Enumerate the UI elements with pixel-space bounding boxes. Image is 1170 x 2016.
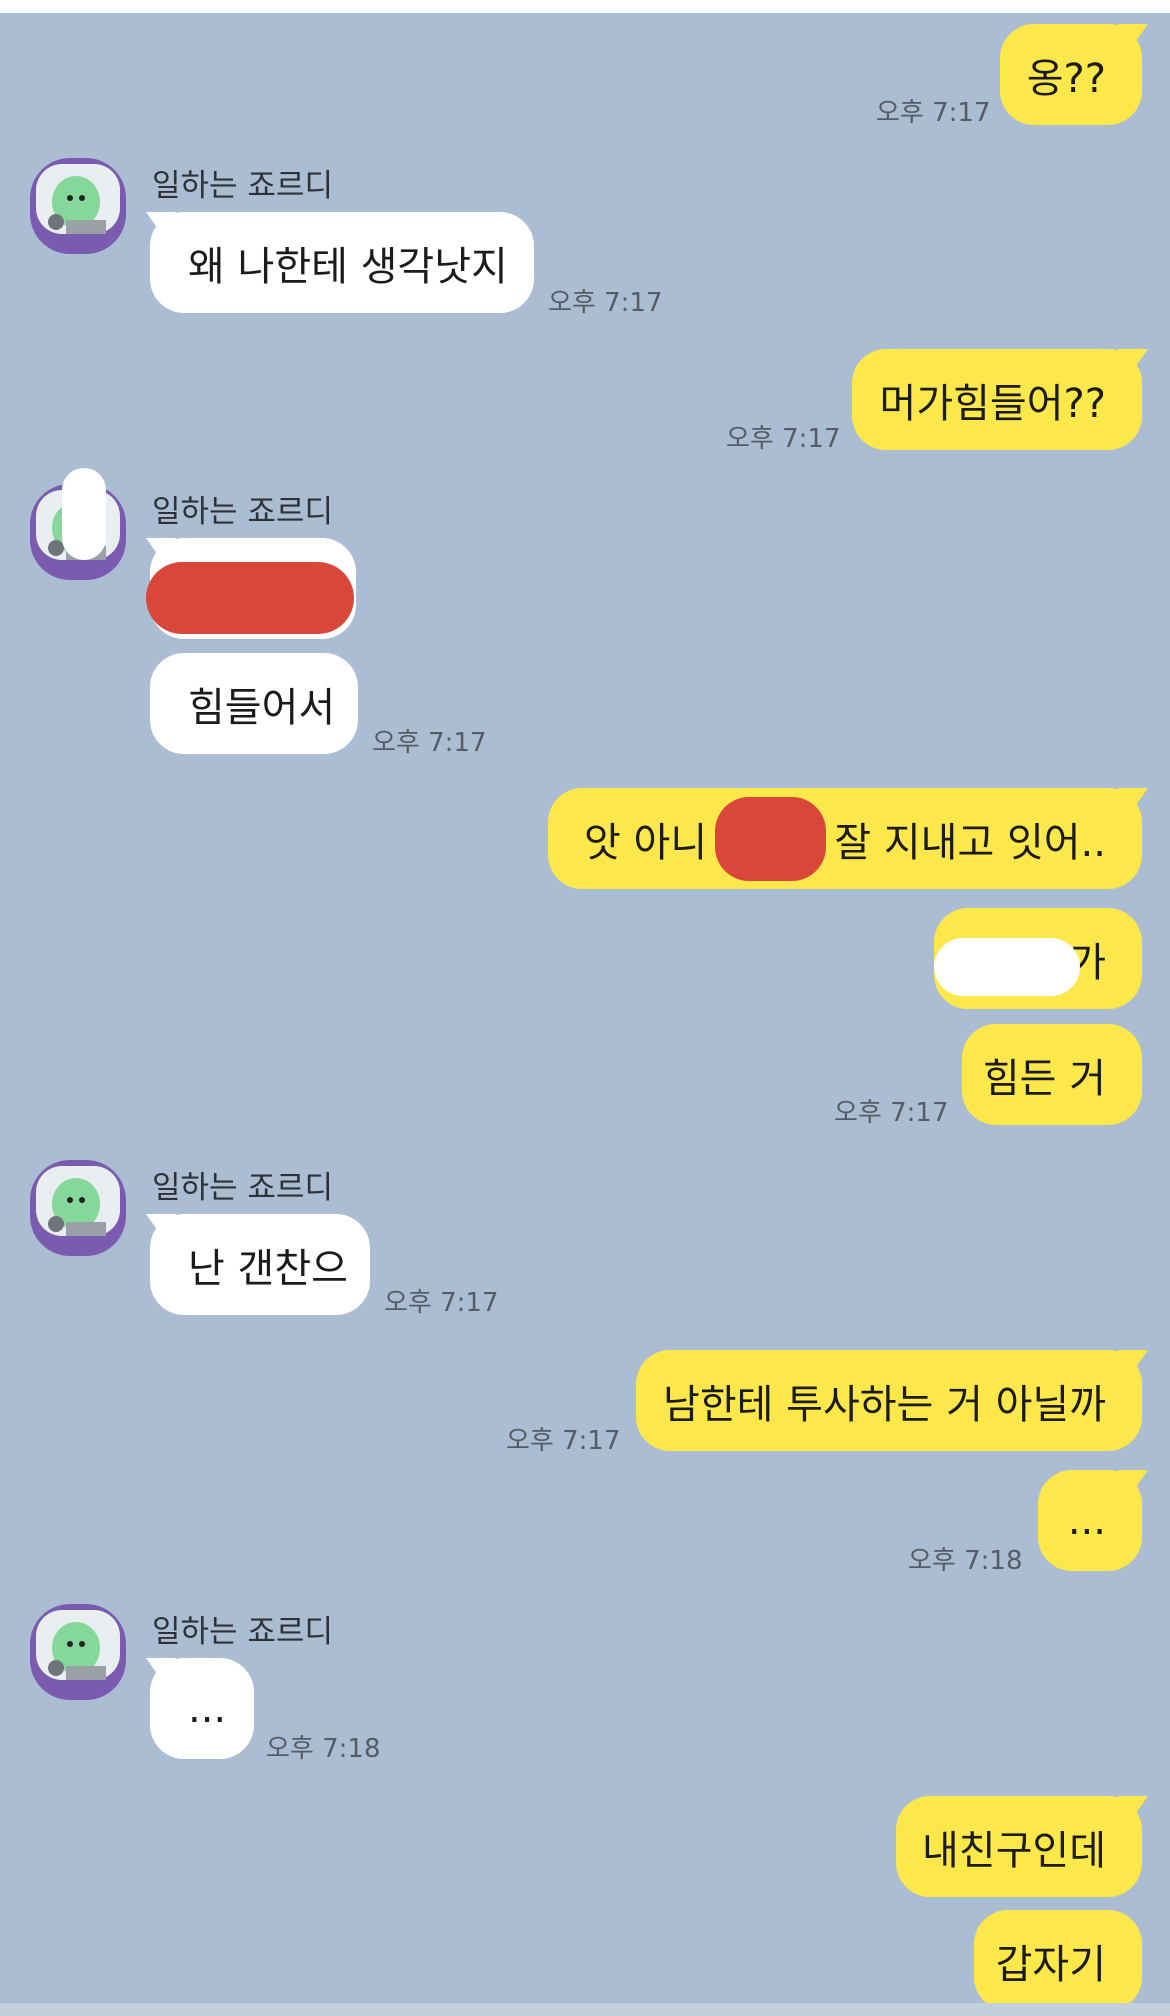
message-text: 옹?? — [1026, 55, 1106, 102]
message-text: 힘든 거 — [982, 1055, 1106, 1102]
message-text: 갑자기 — [995, 1941, 1106, 1988]
message-time: 오후 7:17 — [372, 728, 487, 758]
redaction-mark — [715, 796, 827, 881]
my-message-bubble[interactable]: 힘든 거 — [962, 1024, 1142, 1125]
sender-name: 일하는 죠르디 — [152, 1614, 333, 1650]
bottom-edge — [0, 2003, 1170, 2016]
message-text: 난 갠찬으 — [188, 1245, 348, 1292]
jordy-avatar-icon — [30, 1160, 126, 1256]
message-time: 오후 7:17 — [384, 1288, 499, 1318]
redaction-mark — [62, 468, 106, 560]
sender-name: 일하는 죠르디 — [152, 494, 333, 530]
my-message-bubble[interactable]: 갑자기 — [974, 1910, 1142, 2011]
message-time: 오후 7:18 — [908, 1546, 1023, 1576]
message-time: 오후 7:17 — [506, 1426, 621, 1456]
my-message-bubble[interactable]: 머가힘들어?? — [852, 349, 1142, 450]
my-message-bubble[interactable]: 남한테 투사하는 거 아닐까 — [636, 1350, 1142, 1451]
jordy-avatar-icon — [30, 1604, 126, 1700]
message-time: 오후 7:17 — [834, 1098, 949, 1128]
sender-name: 일하는 죠르디 — [152, 1170, 333, 1206]
message-text: 내친구인데 — [922, 1827, 1106, 1874]
my-message-bubble[interactable]: 앗 아니 잘 지내고 잇어.. — [548, 788, 1142, 889]
message-text: ... — [1067, 1497, 1106, 1544]
message-time: 오후 7:17 — [726, 424, 841, 454]
contact-avatar[interactable] — [30, 158, 126, 254]
message-text: 머가힘들어?? — [879, 380, 1106, 427]
sender-name: 일하는 죠르디 — [152, 168, 333, 204]
my-message-bubble[interactable]: 내친구인데 — [896, 1796, 1142, 1897]
message-text: 왜 나한테 생각낫지 — [188, 243, 508, 290]
top-edge — [0, 0, 1170, 13]
message-text-before: 앗 아니 — [584, 819, 708, 866]
message-text: 남한테 투사하는 거 아닐까 — [663, 1381, 1106, 1428]
contact-avatar[interactable] — [30, 1160, 126, 1256]
their-message-bubble[interactable]: 난 갠찬으 — [150, 1214, 370, 1315]
redaction-mark — [146, 562, 354, 634]
message-text: 힘들어서 — [188, 684, 336, 731]
jordy-avatar-icon — [30, 158, 126, 254]
message-time: 오후 7:17 — [876, 98, 991, 128]
message-text-after: 잘 지내고 잇어.. — [834, 819, 1106, 866]
their-message-bubble[interactable]: 왜 나한테 생각낫지 — [150, 212, 534, 313]
message-time: 오후 7:17 — [548, 288, 663, 318]
message-text: ... — [188, 1685, 227, 1732]
contact-avatar[interactable] — [30, 1604, 126, 1700]
redaction-mark — [934, 938, 1080, 996]
message-time: 오후 7:18 — [266, 1734, 381, 1764]
their-message-bubble[interactable]: 힘들어서 — [150, 653, 358, 754]
